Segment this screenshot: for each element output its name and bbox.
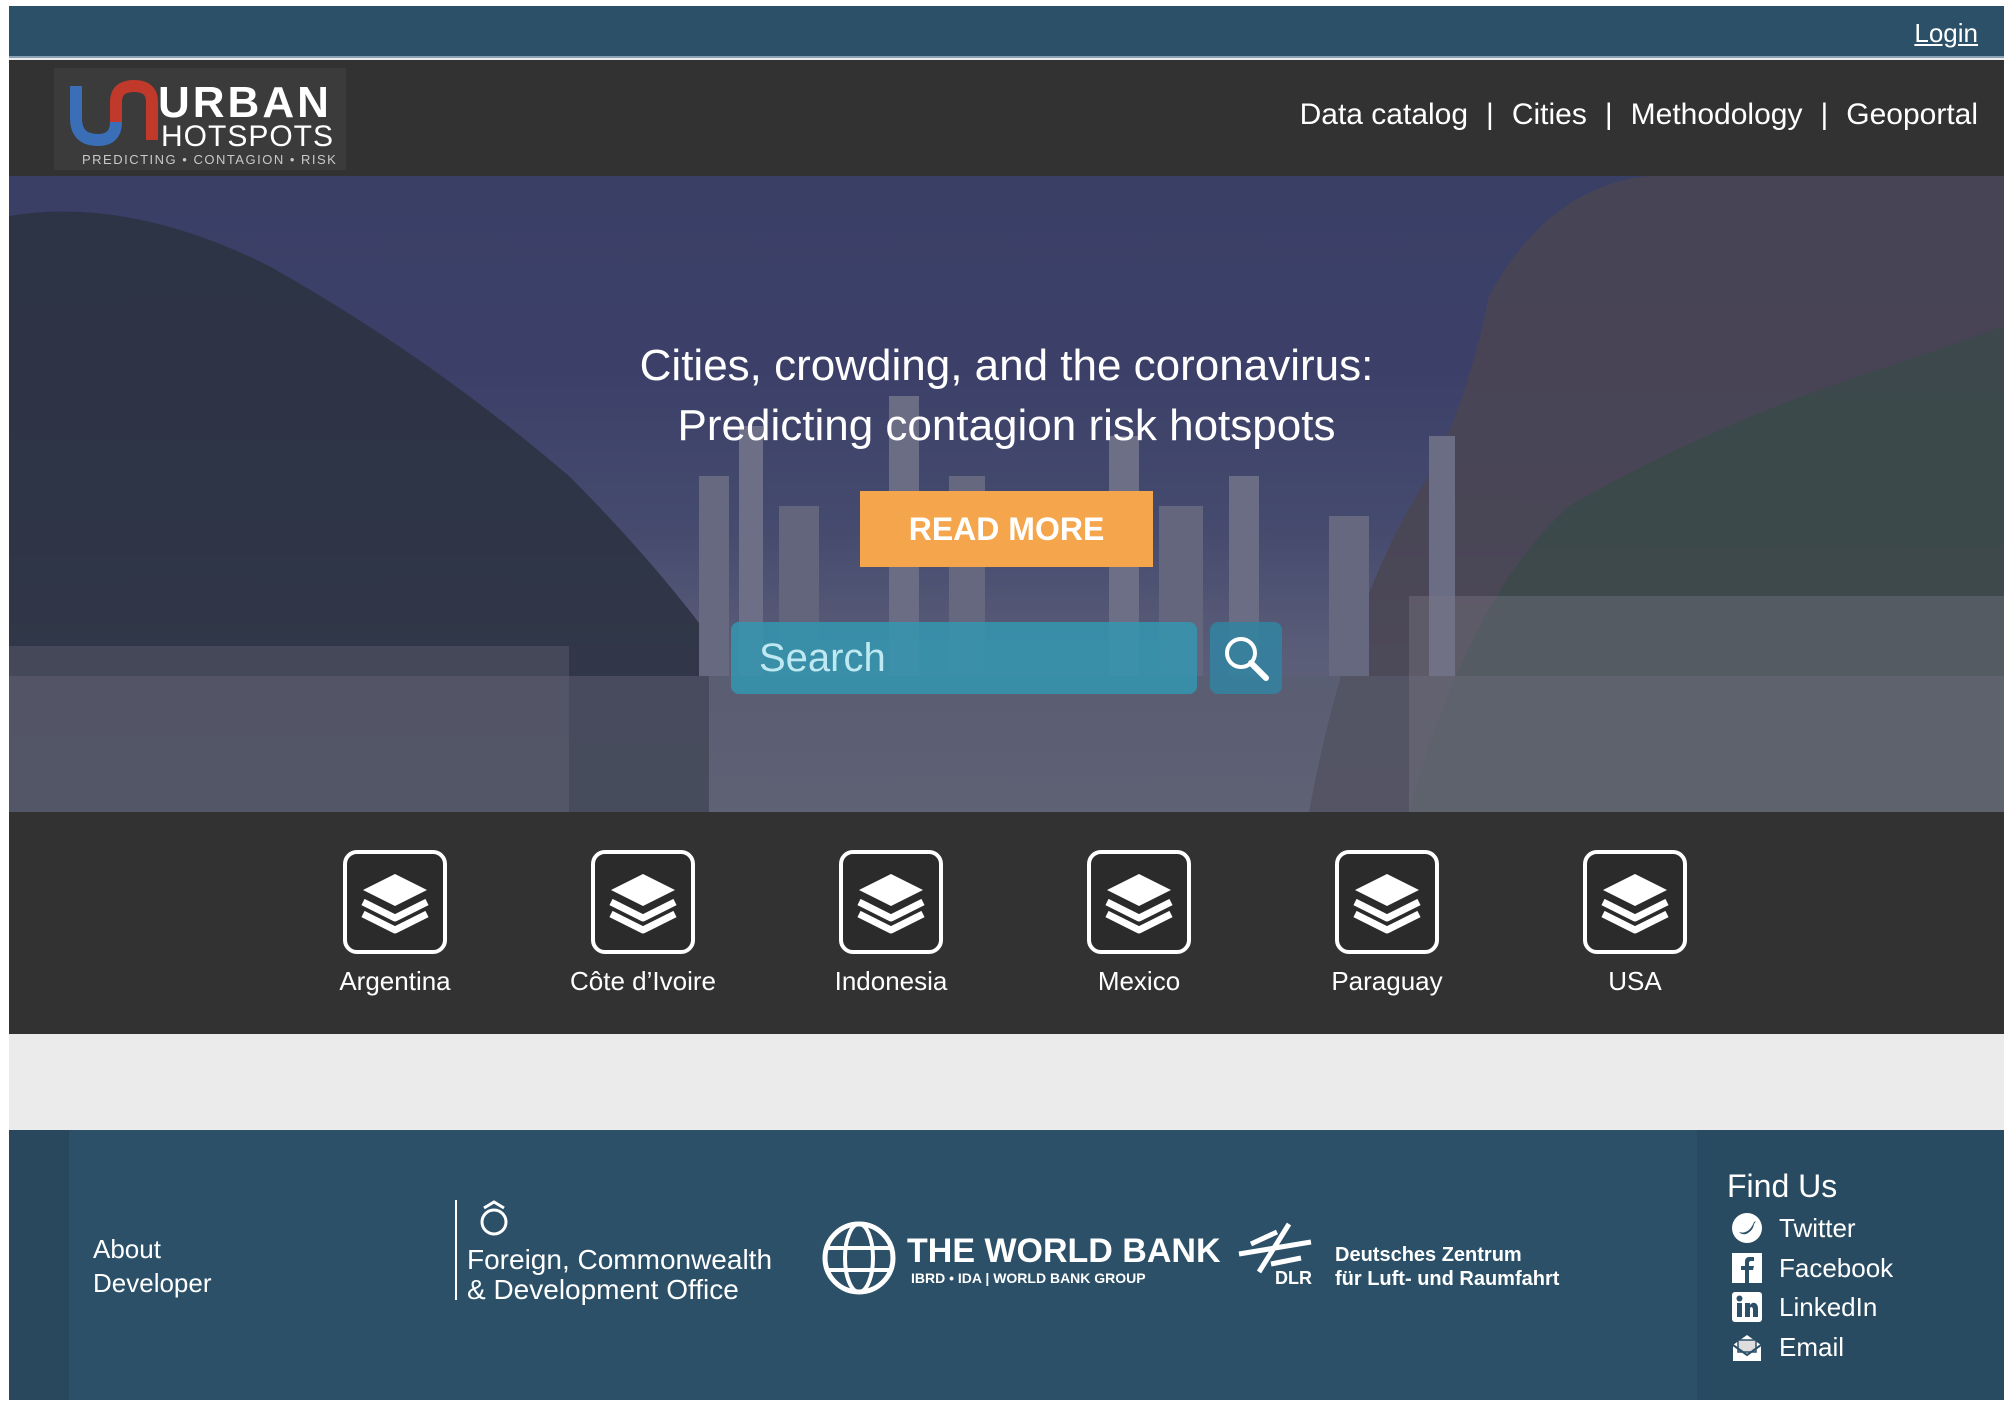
country-label: Côte d’Ivoire bbox=[570, 966, 716, 996]
globe-icon bbox=[822, 1221, 896, 1295]
country-label: Mexico bbox=[1097, 966, 1181, 996]
nav-separator: | bbox=[1604, 98, 1613, 131]
login-link[interactable]: Login bbox=[1914, 18, 1978, 49]
search-icon bbox=[1225, 637, 1269, 681]
nav-cities[interactable]: Cities bbox=[1512, 98, 1587, 132]
hero-banner: Cities, crowding, and the coronavirus: P… bbox=[9, 176, 2004, 812]
hero-title: Cities, crowding, and the coronavirus: P… bbox=[9, 336, 2004, 456]
footer-about-link[interactable]: About bbox=[93, 1234, 161, 1265]
social-email[interactable]: Email bbox=[1731, 1331, 1844, 1363]
layers-icon bbox=[1583, 850, 1687, 954]
country-cote-divoire[interactable]: Côte d’Ivoire bbox=[543, 850, 743, 997]
page-frame: Login URBAN HOTSPOTS PREDICTING • CONTAG… bbox=[9, 6, 2004, 1400]
crest-icon bbox=[480, 1200, 508, 1236]
logo-tagline: PREDICTING • CONTAGION • RISK bbox=[82, 152, 338, 167]
read-more-button[interactable]: READ MORE bbox=[860, 491, 1153, 567]
country-indonesia[interactable]: Indonesia bbox=[791, 850, 991, 997]
dlr-line2: für Luft- und Raumfahrt bbox=[1335, 1268, 1560, 1290]
search-button[interactable] bbox=[1210, 622, 1282, 694]
country-label: USA bbox=[1608, 966, 1662, 996]
social-twitter[interactable]: Twitter bbox=[1731, 1212, 1856, 1244]
layers-icon bbox=[839, 850, 943, 954]
footer-left-strip bbox=[9, 1130, 69, 1400]
country-label: Indonesia bbox=[834, 966, 948, 996]
country-paraguay[interactable]: Paraguay bbox=[1287, 850, 1487, 997]
social-label: Twitter bbox=[1779, 1212, 1856, 1243]
twitter-icon bbox=[1732, 1213, 1762, 1243]
logo-word-hotspots: HOTSPOTS bbox=[161, 120, 335, 153]
social-label: Email bbox=[1779, 1331, 1845, 1362]
country-usa[interactable]: USA bbox=[1535, 850, 1735, 997]
email-icon bbox=[1732, 1335, 1762, 1361]
fcdo-line2: & Development Office bbox=[467, 1274, 739, 1305]
nav-geoportal[interactable]: Geoportal bbox=[1846, 98, 1978, 132]
linkedin-icon bbox=[1732, 1292, 1762, 1322]
nav-separator: | bbox=[1820, 98, 1829, 131]
hero-title-line1: Cities, crowding, and the coronavirus: bbox=[639, 341, 1374, 390]
country-mexico[interactable]: Mexico bbox=[1039, 850, 1239, 997]
nav-methodology[interactable]: Methodology bbox=[1631, 98, 1803, 132]
world-bank-sub: IBRD • IDA | WORLD BANK GROUP bbox=[911, 1270, 1146, 1286]
social-label: Facebook bbox=[1779, 1252, 1894, 1283]
footer-developer-link[interactable]: Developer bbox=[93, 1268, 212, 1299]
nav-data-catalog[interactable]: Data catalog bbox=[1300, 98, 1468, 132]
country-label: Paraguay bbox=[1331, 966, 1443, 996]
layers-icon bbox=[591, 850, 695, 954]
site-header: URBAN HOTSPOTS PREDICTING • CONTAGION • … bbox=[9, 60, 2004, 176]
site-logo[interactable]: URBAN HOTSPOTS PREDICTING • CONTAGION • … bbox=[54, 68, 346, 170]
social-linkedin[interactable]: LinkedIn bbox=[1731, 1291, 1877, 1323]
fcdo-line1: Foreign, Commonwealth bbox=[467, 1244, 773, 1275]
layers-icon bbox=[1335, 850, 1439, 954]
site-footer: About Developer Foreign, Commonwealth & … bbox=[9, 1130, 2004, 1400]
main-nav: Data catalog | Cities | Methodology | Ge… bbox=[1300, 98, 1978, 132]
hero-title-line2: Predicting contagion risk hotspots bbox=[677, 401, 1336, 450]
country-argentina[interactable]: Argentina bbox=[295, 850, 495, 997]
social-label: LinkedIn bbox=[1779, 1291, 1878, 1322]
dlr-line1: Deutsches Zentrum bbox=[1335, 1244, 1522, 1266]
find-us-heading: Find Us bbox=[1727, 1168, 1838, 1204]
country-label: Argentina bbox=[339, 966, 451, 996]
layers-icon bbox=[343, 850, 447, 954]
search-input[interactable] bbox=[731, 622, 1197, 694]
logo-mark-icon bbox=[70, 79, 158, 147]
dlr-abbr: DLR bbox=[1275, 1268, 1312, 1288]
country-list: Argentina Côte d’Ivoire Indonesia Mexico… bbox=[9, 812, 2004, 1034]
top-bar: Login bbox=[9, 6, 2004, 58]
facebook-icon bbox=[1732, 1253, 1762, 1283]
nav-separator: | bbox=[1486, 98, 1494, 131]
world-bank-name: THE WORLD BANK bbox=[907, 1232, 1221, 1270]
social-facebook[interactable]: Facebook bbox=[1731, 1252, 1893, 1284]
layers-icon bbox=[1087, 850, 1191, 954]
fcdo-divider bbox=[455, 1200, 457, 1300]
